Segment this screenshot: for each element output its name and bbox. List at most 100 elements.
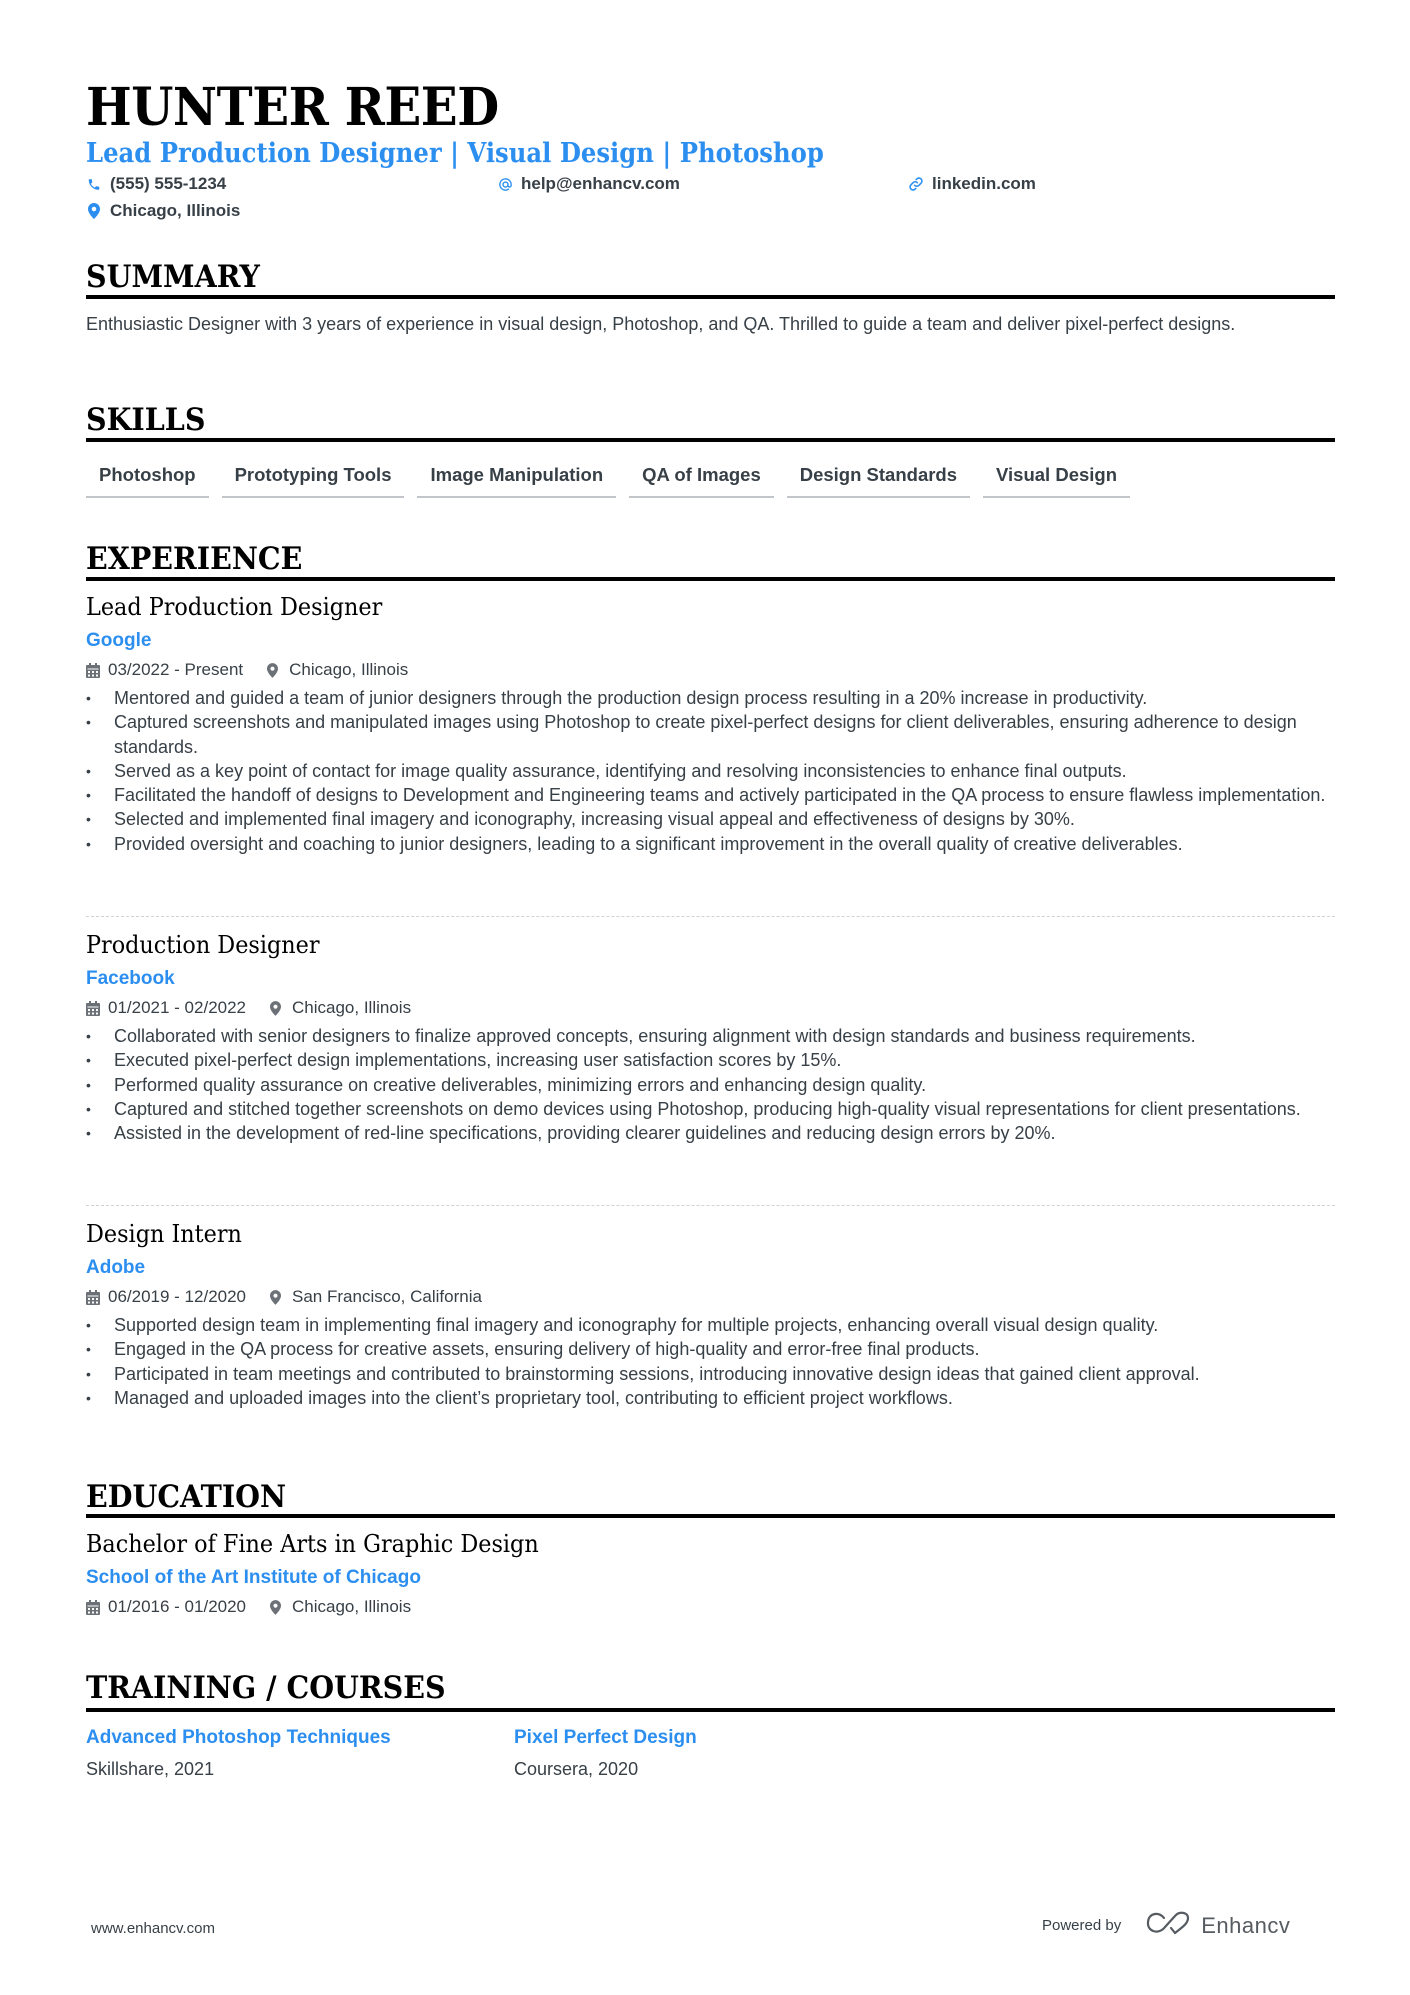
section-title-summary: SUMMARY [86, 259, 260, 295]
job-location-text: San Francisco, California [292, 1287, 482, 1306]
location-pin-icon [270, 1599, 284, 1615]
job-company: Adobe [86, 1257, 146, 1278]
skills-list: Photoshop Prototyping Tools Image Manipu… [86, 459, 1131, 498]
link-icon [908, 175, 924, 193]
skill-chip: QA of Images [629, 459, 774, 498]
section-divider [86, 1708, 1335, 1712]
contact-location: Chicago, Illinois [86, 201, 240, 221]
job-bullets: Supported design team in implementing fi… [86, 1313, 1335, 1410]
job-bullet: Managed and uploaded images into the cli… [86, 1386, 1335, 1411]
course-entry: Advanced Photoshop Techniques Skillshare… [86, 1724, 391, 1783]
enhancv-logo[interactable]: Enhancv [1145, 1910, 1290, 1941]
job-bullet: Collaborated with senior designers to fi… [86, 1024, 1335, 1049]
location-pin-icon [86, 202, 102, 220]
course-title: Pixel Perfect Design [514, 1727, 697, 1748]
job-company: Google [86, 630, 152, 651]
job-title: Lead Production Designer [86, 593, 383, 621]
education-location-text: Chicago, Illinois [292, 1597, 412, 1616]
powered-by-label: Powered by [1042, 1917, 1122, 1934]
job-bullet: Facilitated the handoff of designs to De… [86, 783, 1335, 808]
job-bullet: Captured screenshots and manipulated ima… [86, 710, 1335, 759]
job-separator [86, 916, 1335, 917]
contact-linkedin[interactable]: linkedin.com [908, 174, 1036, 194]
job-bullet: Executed pixel-perfect design implementa… [86, 1048, 1335, 1073]
section-divider [86, 1514, 1335, 1518]
job-title: Production Designer [86, 931, 320, 959]
section-title-experience: EXPERIENCE [86, 541, 303, 577]
job-entry: Design Intern Adobe 06/2019 - 12/2020 Sa… [86, 1217, 1335, 1410]
course-provider: Coursera, 2020 [514, 1759, 639, 1779]
phone-icon [86, 175, 102, 193]
job-location-text: Chicago, Illinois [292, 998, 412, 1017]
job-bullet: Supported design team in implementing fi… [86, 1313, 1335, 1338]
job-location-text: Chicago, Illinois [289, 660, 409, 679]
section-title-training: TRAINING / COURSES [86, 1670, 446, 1706]
education-entry: Bachelor of Fine Arts in Graphic Design … [86, 1527, 1335, 1621]
job-bullet: Mentored and guided a team of junior des… [86, 686, 1335, 711]
contact-phone: (555) 555-1234 [86, 174, 226, 194]
job-bullets: Collaborated with senior designers to fi… [86, 1024, 1335, 1146]
contact-row: Chicago, Illinois [86, 201, 1335, 225]
degree: Bachelor of Fine Arts in Graphic Design [86, 1530, 539, 1558]
section-title-education: EDUCATION [86, 1479, 287, 1515]
location-pin-icon [267, 662, 281, 678]
education-location: Chicago, Illinois [270, 1594, 411, 1620]
course-entry: Pixel Perfect Design Coursera, 2020 [514, 1724, 697, 1783]
job-bullet: Engaged in the QA process for creative a… [86, 1337, 1335, 1362]
section-divider [86, 577, 1335, 581]
location-text: Chicago, Illinois [110, 201, 241, 220]
skill-chip: Photoshop [86, 459, 209, 498]
education-meta: 01/2016 - 01/2020 Chicago, Illinois [86, 1593, 1335, 1621]
job-dates-text: 06/2019 - 12/2020 [108, 1287, 247, 1306]
job-meta: 03/2022 - Present Chicago, Illinois [86, 656, 1335, 684]
education-dates-text: 01/2016 - 01/2020 [108, 1597, 247, 1616]
calendar-icon [86, 1000, 100, 1016]
footer-website[interactable]: www.enhancv.com [91, 1920, 215, 1937]
calendar-icon [86, 1289, 100, 1305]
job-dates-text: 03/2022 - Present [108, 660, 244, 679]
skill-chip: Visual Design [983, 459, 1131, 498]
job-bullet: Assisted in the development of red-line … [86, 1121, 1335, 1146]
summary-text: Enthusiastic Designer with 3 years of ex… [86, 314, 1236, 334]
job-entry: Lead Production Designer Google 03/2022 … [86, 590, 1335, 856]
skill-chip: Image Manipulation [417, 459, 617, 498]
job-dates: 06/2019 - 12/2020 [86, 1284, 246, 1310]
footer-branding: Powered by Enhancv [1042, 1910, 1290, 1941]
email-link[interactable]: help@enhancv.com [521, 174, 680, 194]
job-location: San Francisco, California [270, 1284, 482, 1310]
job-dates: 03/2022 - Present [86, 657, 243, 683]
job-bullet: Provided oversight and coaching to junio… [86, 832, 1335, 857]
section-divider [86, 295, 1335, 299]
section-divider [86, 438, 1335, 442]
skill-chip: Design Standards [786, 459, 971, 498]
job-meta: 01/2021 - 02/2022 Chicago, Illinois [86, 994, 1335, 1022]
job-meta: 06/2019 - 12/2020 San Francisco, Califor… [86, 1283, 1335, 1311]
job-bullet: Participated in team meetings and contri… [86, 1362, 1335, 1387]
job-location: Chicago, Illinois [267, 657, 408, 683]
calendar-icon [86, 1599, 100, 1615]
course-title: Advanced Photoshop Techniques [86, 1727, 391, 1748]
at-icon [497, 175, 513, 193]
section-title-skills: SKILLS [86, 402, 206, 438]
contact-email[interactable]: help@enhancv.com [497, 174, 680, 194]
job-company: Facebook [86, 968, 175, 989]
school: School of the Art Institute of Chicago [86, 1567, 421, 1588]
enhancv-logo-icon [1145, 1910, 1191, 1941]
linkedin-link[interactable]: linkedin.com [932, 174, 1036, 194]
calendar-icon [86, 662, 100, 678]
job-location: Chicago, Illinois [270, 995, 411, 1021]
job-bullet: Captured and stitched together screensho… [86, 1097, 1335, 1122]
location-pin-icon [270, 1289, 284, 1305]
job-dates: 01/2021 - 02/2022 [86, 995, 246, 1021]
job-bullet: Served as a key point of contact for ima… [86, 759, 1335, 784]
skill-chip: Prototyping Tools [221, 459, 405, 498]
contact-row: (555) 555-1234 help@enhancv.com linkedin… [86, 174, 1335, 198]
enhancv-brand-name: Enhancv [1201, 1912, 1291, 1938]
job-separator [86, 1205, 1335, 1206]
candidate-name: HUNTER REED [86, 77, 499, 138]
education-dates: 01/2016 - 01/2020 [86, 1594, 246, 1620]
candidate-headline: Lead Production Designer | Visual Design… [86, 138, 824, 169]
job-title: Design Intern [86, 1220, 242, 1248]
job-dates-text: 01/2021 - 02/2022 [108, 998, 247, 1017]
job-bullet: Performed quality assurance on creative … [86, 1073, 1335, 1098]
